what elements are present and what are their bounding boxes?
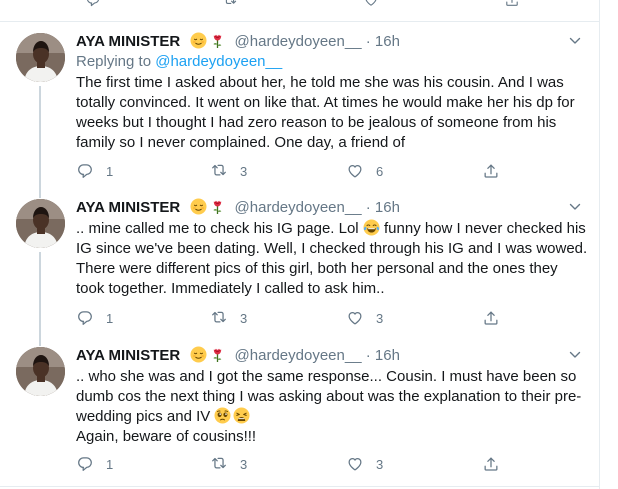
retweet-button[interactable]: 3 (210, 308, 247, 328)
tweet-divider (0, 486, 600, 487)
share-button[interactable] (482, 308, 500, 328)
share-button[interactable] (482, 454, 500, 474)
retweet-button[interactable]: 3 (210, 454, 247, 474)
replying-prefix: Replying to (76, 53, 152, 70)
heart-icon (348, 311, 362, 325)
replying-mention[interactable]: @hardeydoyeen__ (155, 53, 282, 70)
share-icon (484, 311, 498, 325)
tweet-timestamp[interactable]: 16h (375, 33, 400, 50)
retweet-icon (212, 164, 226, 176)
retweet-icon (212, 311, 226, 323)
tweet[interactable]: AYA MINISTER @hardeydoyeen__ · 16h Reply… (0, 22, 600, 188)
share-button[interactable] (482, 161, 500, 181)
tweet-text: The first time I asked about her, he tol… (76, 73, 588, 153)
pleading-face-emoji (214, 407, 232, 424)
reply-count: 1 (106, 310, 114, 326)
rose-emoji (213, 347, 223, 363)
reply-icon[interactable] (84, 0, 102, 8)
tweet[interactable]: AYA MINISTER @hardeydoyeen__ · 16h .. wh… (0, 336, 600, 486)
retweet-count: 3 (240, 456, 248, 472)
author-handle[interactable]: @hardeydoyeen__ (235, 347, 362, 364)
share-icon (484, 164, 498, 178)
thread-line (39, 252, 41, 336)
thread-line (39, 86, 41, 188)
previous-tweet-actions (0, 0, 600, 22)
like-count: 3 (376, 310, 384, 326)
replying-to: Replying to @hardeydoyeen__ (76, 52, 588, 72)
tweet-text: .. who she was and I got the same respon… (76, 367, 588, 447)
tweet-actions: 1 3 6 (76, 161, 516, 181)
relieved-face-emoji (190, 32, 208, 49)
avatar[interactable] (16, 199, 65, 248)
relieved-face-emoji (190, 198, 208, 215)
heart-icon (348, 164, 362, 178)
tweet-timestamp[interactable]: 16h (375, 347, 400, 364)
retweet-icon[interactable] (221, 0, 239, 8)
reply-button[interactable]: 1 (76, 454, 113, 474)
thread-line (39, 188, 41, 198)
avatar[interactable] (16, 347, 65, 396)
heart-icon[interactable] (362, 0, 380, 8)
thread-line (39, 336, 41, 346)
rose-emoji (213, 33, 223, 49)
avatar[interactable] (16, 33, 65, 82)
like-count: 6 (376, 163, 384, 179)
like-button[interactable]: 3 (346, 308, 383, 328)
rose-emoji (213, 199, 223, 215)
reply-button[interactable]: 1 (76, 308, 113, 328)
share-icon (484, 457, 498, 471)
share-icon[interactable] (503, 0, 521, 8)
retweet-button[interactable]: 3 (210, 161, 247, 181)
chevron-down-icon[interactable] (568, 200, 582, 214)
separator-dot: · (365, 33, 371, 50)
tweet-text-part: .. mine called me to check his IG page. … (76, 220, 359, 237)
like-button[interactable]: 6 (346, 161, 383, 181)
reply-count: 1 (106, 456, 114, 472)
tweet-text-part: The first time I asked about her, he tol… (76, 74, 575, 151)
face-with-tears-of-joy-emoji (362, 219, 380, 236)
chevron-down-icon[interactable] (568, 34, 582, 48)
reply-button[interactable]: 1 (76, 161, 113, 181)
tweet-text-part: .. who she was and I got the same respon… (76, 368, 582, 425)
weary-face-emoji (233, 407, 251, 424)
retweet-icon (212, 457, 226, 469)
tweet[interactable]: AYA MINISTER @hardeydoyeen__ · 16h .. mi… (0, 188, 600, 336)
separator-dot: · (365, 347, 371, 364)
tweet-text: .. mine called me to check his IG page. … (76, 219, 588, 299)
author-name[interactable]: AYA MINISTER (76, 199, 180, 216)
reply-count: 1 (106, 163, 114, 179)
timeline: AYA MINISTER @hardeydoyeen__ · 16h Reply… (0, 0, 600, 489)
reply-icon (78, 311, 92, 325)
reply-icon (78, 457, 92, 471)
tweet-text-part: Again, beware of cousins!!! (76, 428, 257, 445)
separator-dot: · (365, 199, 371, 216)
author-handle[interactable]: @hardeydoyeen__ (235, 33, 362, 50)
relieved-face-emoji (190, 346, 208, 363)
author-name[interactable]: AYA MINISTER (76, 33, 180, 50)
retweet-count: 3 (240, 310, 248, 326)
like-count: 3 (376, 456, 384, 472)
tweet-actions: 1 3 3 (76, 454, 516, 474)
retweet-count: 3 (240, 163, 248, 179)
author-handle[interactable]: @hardeydoyeen__ (235, 199, 362, 216)
reply-icon (78, 164, 92, 178)
like-button[interactable]: 3 (346, 454, 383, 474)
chevron-down-icon[interactable] (568, 348, 582, 362)
heart-icon (348, 457, 362, 471)
author-name[interactable]: AYA MINISTER (76, 347, 180, 364)
tweet-timestamp[interactable]: 16h (375, 199, 400, 216)
tweet-actions: 1 3 3 (76, 308, 516, 328)
